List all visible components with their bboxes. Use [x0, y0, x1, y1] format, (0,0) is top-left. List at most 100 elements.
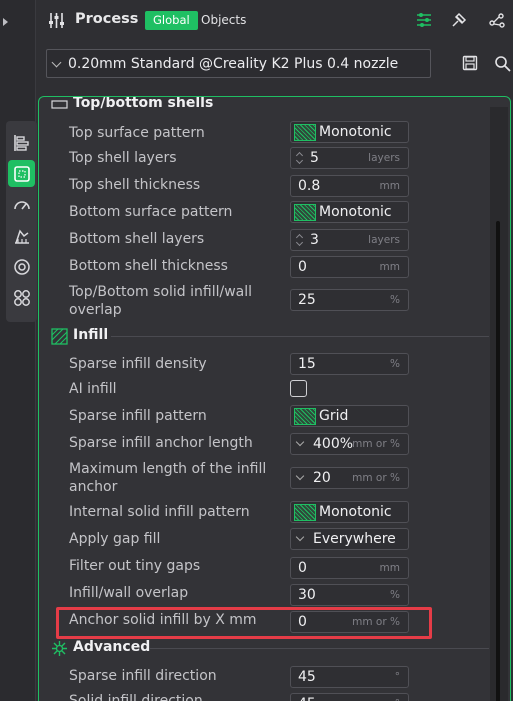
- quality-tool-icon[interactable]: [8, 129, 35, 156]
- panel-header: Process Global Objects: [37, 0, 513, 44]
- left-edge-strip: [0, 0, 36, 701]
- gap-fill-select[interactable]: Everywhere: [290, 528, 409, 550]
- chevron-down-icon[interactable]: [295, 471, 305, 481]
- section-divider: [111, 336, 489, 337]
- share-icon[interactable]: [488, 11, 506, 29]
- others-tool-icon[interactable]: [8, 284, 35, 311]
- process-panel: Process Global Objects 0.20mm Standard @…: [37, 0, 513, 701]
- process-sliders-icon: [49, 13, 64, 28]
- filter-tiny-gaps-input[interactable]: 0 mm: [290, 557, 409, 579]
- multimaterial-tool-icon[interactable]: [8, 253, 35, 280]
- ai-infill-checkbox[interactable]: [290, 380, 307, 397]
- field-value: Monotonic: [319, 504, 392, 520]
- setting-label: AI infill: [69, 381, 117, 397]
- bottom-surface-pattern-select[interactable]: Monotonic: [290, 201, 409, 223]
- speed-tool-icon[interactable]: [8, 191, 35, 218]
- field-unit: mm: [379, 562, 400, 574]
- field-value: Everywhere: [313, 531, 396, 547]
- pattern-swatch-icon: [294, 504, 316, 521]
- infill-wall-overlap-input[interactable]: 30 %: [290, 584, 409, 606]
- section-title: Advanced: [73, 639, 151, 655]
- compare-presets-icon[interactable]: [450, 11, 468, 29]
- field-unit: %: [390, 358, 400, 370]
- pattern-swatch-icon: [294, 124, 316, 141]
- sparse-infill-density-input[interactable]: 15 %: [290, 353, 409, 375]
- setting-label: Maximum length of the infill: [69, 461, 267, 477]
- spinner-icon[interactable]: [296, 152, 304, 165]
- top-shell-layers-input[interactable]: 5 layers: [290, 147, 409, 169]
- advanced-section-icon: [52, 641, 67, 656]
- field-unit: %: [390, 294, 400, 306]
- preset-dropdown[interactable]: 0.20mm Standard @Creality K2 Plus 0.4 no…: [46, 49, 431, 78]
- grid-pattern-icon: [294, 408, 316, 425]
- field-unit: °: [394, 671, 400, 683]
- internal-solid-pattern-select[interactable]: Monotonic: [290, 501, 409, 523]
- top-bottom-overlap-input[interactable]: 25 %: [290, 289, 409, 311]
- section-top-bottom-shells[interactable]: Top/bottom shells: [39, 96, 489, 115]
- spinner-icon[interactable]: [296, 234, 304, 247]
- setting-label: Top shell thickness: [69, 177, 201, 193]
- top-shell-thickness-input[interactable]: 0.8 mm: [290, 175, 409, 197]
- setting-label: Internal solid infill pattern: [69, 504, 250, 520]
- tab-global[interactable]: Global: [145, 11, 198, 30]
- field-unit: layers: [368, 152, 400, 164]
- field-value: 0: [298, 560, 307, 576]
- search-icon[interactable]: [494, 55, 511, 72]
- section-infill[interactable]: Infill: [39, 325, 489, 347]
- bottom-shell-thickness-input[interactable]: 0 mm: [290, 256, 409, 278]
- field-value: 5: [310, 150, 319, 166]
- setting-label: Infill/wall overlap: [69, 585, 189, 601]
- section-divider: [149, 648, 489, 649]
- field-value: 20: [313, 470, 331, 486]
- setting-label: Top surface pattern: [69, 125, 205, 141]
- setting-label: Top shell layers: [69, 150, 177, 166]
- chevron-down-icon: [51, 57, 62, 68]
- field-unit: mm: [379, 180, 400, 192]
- sparse-anchor-length-combo[interactable]: 400% mm or %: [290, 433, 409, 455]
- chevron-down-icon[interactable]: [295, 532, 305, 542]
- setting-label: Sparse infill anchor length: [69, 435, 253, 451]
- field-value: 25: [298, 292, 316, 308]
- setting-label-line2: anchor: [69, 479, 118, 495]
- field-value: 0.8: [298, 178, 321, 194]
- setting-label: Bottom shell layers: [69, 231, 205, 247]
- scrollbar-thumb[interactable]: [496, 221, 500, 701]
- field-value: 15: [298, 356, 316, 372]
- expand-arrow-icon[interactable]: [3, 18, 8, 26]
- field-unit: layers: [368, 234, 400, 246]
- strength-tool-icon[interactable]: [8, 160, 35, 187]
- setting-label: Sparse infill density: [69, 356, 207, 372]
- settings-list: Top/bottom shells Top surface pattern Mo…: [38, 96, 511, 701]
- tab-objects[interactable]: Objects: [201, 11, 246, 30]
- field-unit: mm or %: [352, 438, 400, 450]
- save-icon[interactable]: [462, 55, 478, 71]
- setting-label: Sparse infill direction: [69, 668, 217, 684]
- solid-infill-direction-input[interactable]: 45 °: [290, 693, 409, 701]
- advanced-toggle-icon[interactable]: [415, 11, 433, 29]
- top-surface-pattern-select[interactable]: Monotonic ...: [290, 121, 409, 156]
- chevron-down-icon[interactable]: [295, 437, 305, 447]
- field-value: 3: [310, 232, 319, 248]
- field-value: 0: [298, 259, 307, 275]
- section-advanced[interactable]: Advanced: [39, 637, 489, 659]
- field-unit: mm: [379, 261, 400, 273]
- setting-label: Top/Bottom solid infill/wall: [69, 284, 253, 300]
- field-value: 45: [298, 669, 316, 685]
- support-tool-icon[interactable]: [8, 222, 35, 249]
- field-value: 400%: [313, 436, 354, 452]
- max-infill-anchor-combo[interactable]: 20 mm or %: [290, 467, 409, 489]
- section-title: Top/bottom shells: [73, 96, 214, 111]
- sparse-infill-direction-input[interactable]: 45 °: [290, 666, 409, 688]
- field-unit: %: [390, 589, 400, 601]
- preset-label: 0.20mm Standard @Creality K2 Plus 0.4 no…: [68, 56, 399, 72]
- sparse-infill-pattern-select[interactable]: Grid: [290, 405, 409, 427]
- field-unit: mm or %: [352, 472, 400, 484]
- bottom-shell-layers-input[interactable]: 3 layers: [290, 229, 409, 251]
- setting-label: Solid infill direction: [69, 693, 203, 701]
- side-toolbar: [6, 121, 37, 322]
- panel-title: Process: [75, 11, 139, 27]
- setting-label: Sparse infill pattern: [69, 408, 207, 424]
- highlight-box: [56, 607, 432, 639]
- setting-label: Bottom surface pattern: [69, 204, 233, 220]
- setting-label: Bottom shell thickness: [69, 258, 228, 274]
